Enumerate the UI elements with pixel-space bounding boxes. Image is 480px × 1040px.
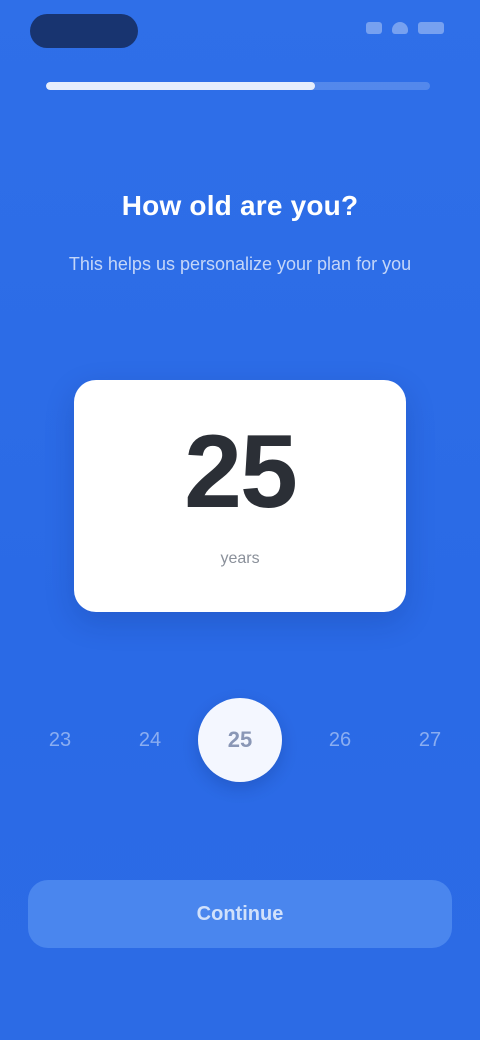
- age-option-selected[interactable]: 25: [198, 698, 282, 782]
- age-picker[interactable]: 23 24 25 26 27: [0, 698, 480, 782]
- signal-icon: [366, 22, 382, 34]
- age-option[interactable]: 23: [18, 698, 102, 782]
- page-title: How old are you?: [121, 190, 359, 221]
- selected-value-card: 25 years: [74, 380, 406, 612]
- age-option[interactable]: 26: [298, 698, 382, 782]
- wifi-icon: [392, 22, 408, 34]
- dynamic-island: [30, 14, 138, 48]
- age-option[interactable]: 24: [108, 698, 192, 782]
- battery-icon: [418, 22, 444, 34]
- age-unit-label: years: [220, 550, 260, 567]
- selected-age-value: 25: [184, 414, 298, 530]
- continue-button[interactable]: Continue: [28, 880, 452, 948]
- status-bar: [0, 0, 480, 60]
- progress-fill: [46, 82, 315, 90]
- age-selection-screen: How old are you? This helps us personali…: [0, 0, 480, 1040]
- status-icons: [366, 22, 444, 34]
- onboarding-progress-bar: [46, 82, 430, 90]
- page-subtitle: This helps us personalize your plan for …: [68, 254, 412, 274]
- age-option[interactable]: 27: [388, 698, 472, 782]
